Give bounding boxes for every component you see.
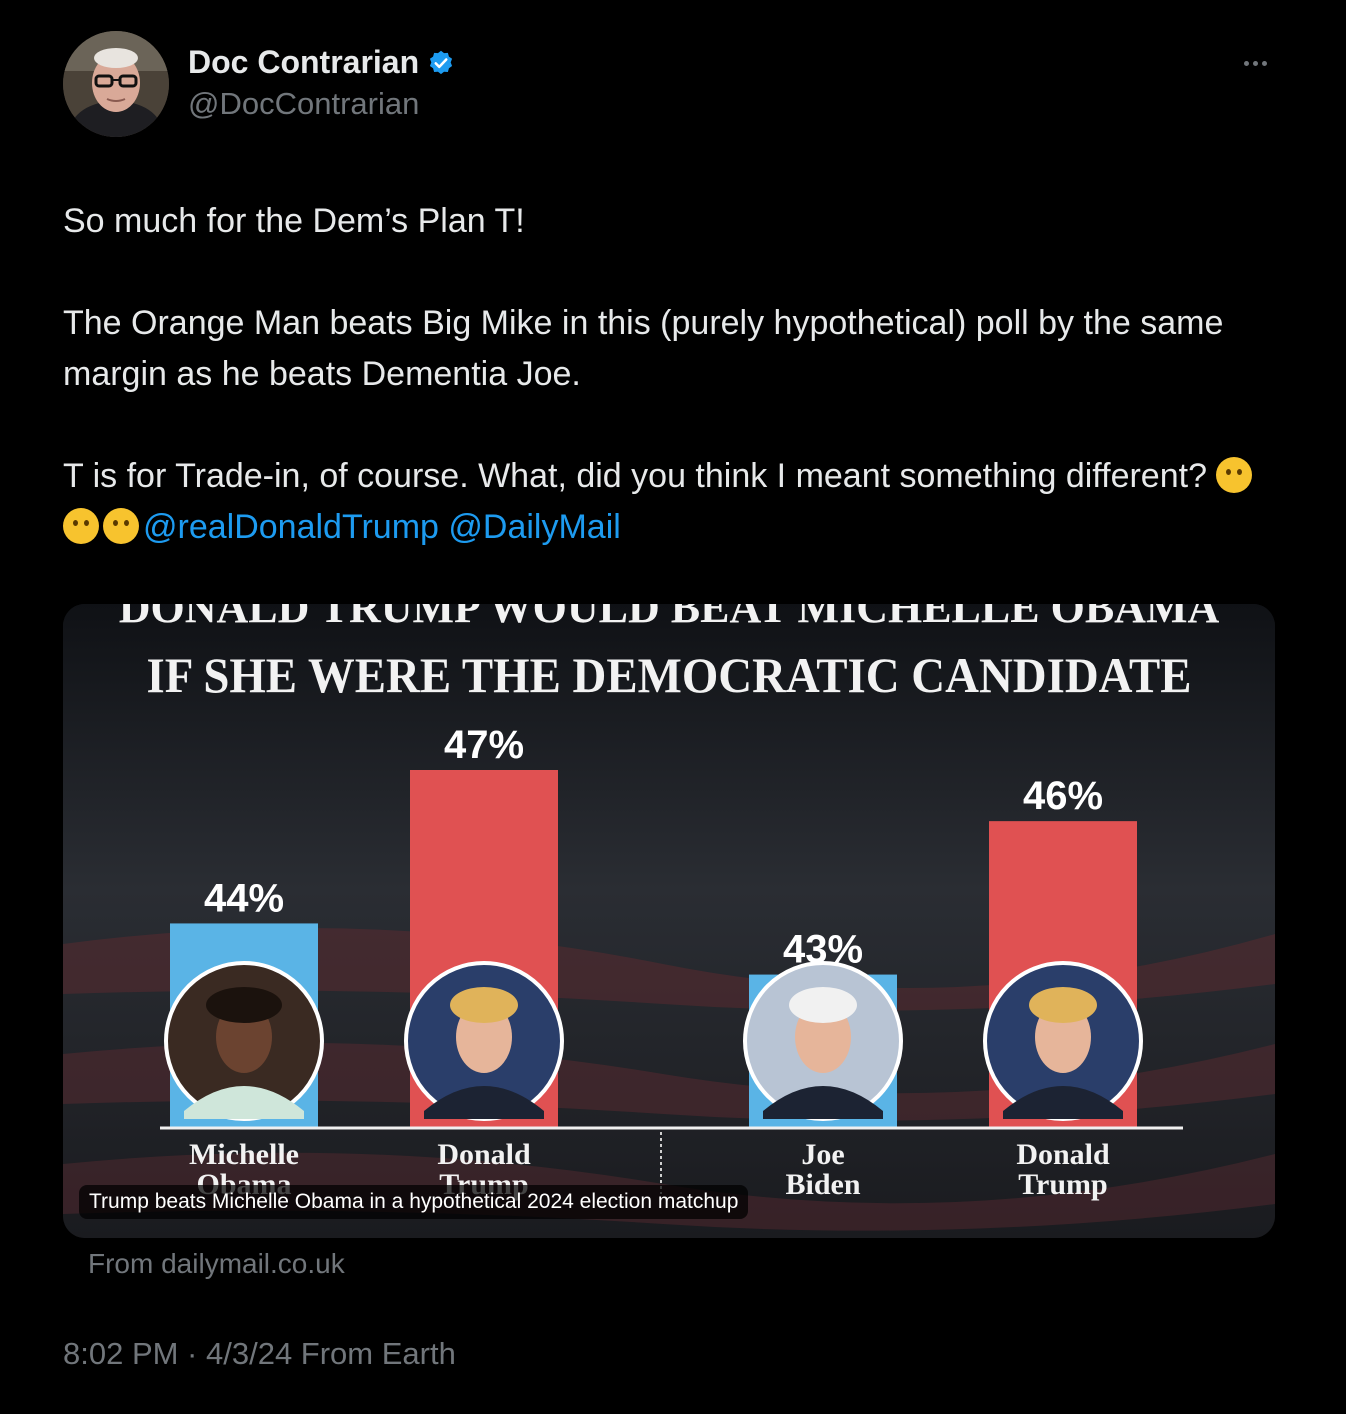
tweet-line-1: So much for the Dem’s Plan T! [63, 202, 525, 240]
portrait-hair [789, 987, 857, 1023]
candidate-name-label: Trump [1018, 1168, 1107, 1201]
display-name-row[interactable]: Doc Contrarian [188, 44, 455, 81]
link-source[interactable]: From dailymail.co.uk [88, 1248, 345, 1280]
candidate-name-label: Joe [801, 1138, 844, 1171]
bar-value-label: 47% [444, 723, 524, 767]
candidate-name-label: Michelle [189, 1138, 299, 1171]
face-with-hand-over-mouth-emoji-icon [1216, 457, 1253, 493]
tweet-paragraph-3: T is for Trade-in, of course. What, did … [63, 457, 1207, 495]
tweet-text: So much for the Dem’s Plan T! The Orange… [63, 196, 1283, 553]
tweet-paragraph-2: The Orange Man beats Big Mike in this (p… [63, 304, 1233, 393]
winking-face-emoji-icon [103, 508, 139, 544]
display-name[interactable]: Doc Contrarian [188, 44, 419, 81]
bar-value-label: 46% [1023, 774, 1103, 818]
mention-dailymail[interactable]: @DailyMail [448, 508, 620, 546]
chart-headline-line-1: DONALD TRUMP WOULD BEAT MICHELLE OBAMA [119, 604, 1220, 632]
candidate-name-label: Donald [437, 1138, 531, 1171]
portrait-hair [206, 987, 282, 1023]
portrait-hair [1029, 987, 1097, 1023]
media-caption: Trump beats Michelle Obama in a hypothet… [79, 1185, 749, 1219]
candidate-name-label: Donald [1016, 1138, 1110, 1171]
mention-realdonaldtrump[interactable]: @realDonaldTrump [143, 508, 439, 546]
media-card[interactable]: DONALD TRUMP WOULD BEAT MICHELLE OBAMA I… [63, 604, 1275, 1238]
portrait-hair [450, 987, 518, 1023]
tweet-timestamp[interactable]: 8:02 PM · 4/3/24 From Earth [63, 1336, 456, 1372]
verified-badge-icon [430, 50, 453, 74]
bar-value-label: 44% [204, 876, 284, 920]
candidate-name-label: Biden [785, 1168, 860, 1201]
avatar-portrait [63, 31, 169, 137]
poll-chart-image: DONALD TRUMP WOULD BEAT MICHELLE OBAMA I… [63, 604, 1275, 1238]
more-options-icon[interactable] [1236, 48, 1276, 78]
chart-headline-line-2: IF SHE WERE THE DEMOCRATIC CANDIDATE [147, 647, 1192, 703]
winking-face-emoji-icon [63, 508, 99, 544]
user-handle[interactable]: @DocContrarian [188, 86, 419, 122]
avatar[interactable] [63, 31, 169, 137]
